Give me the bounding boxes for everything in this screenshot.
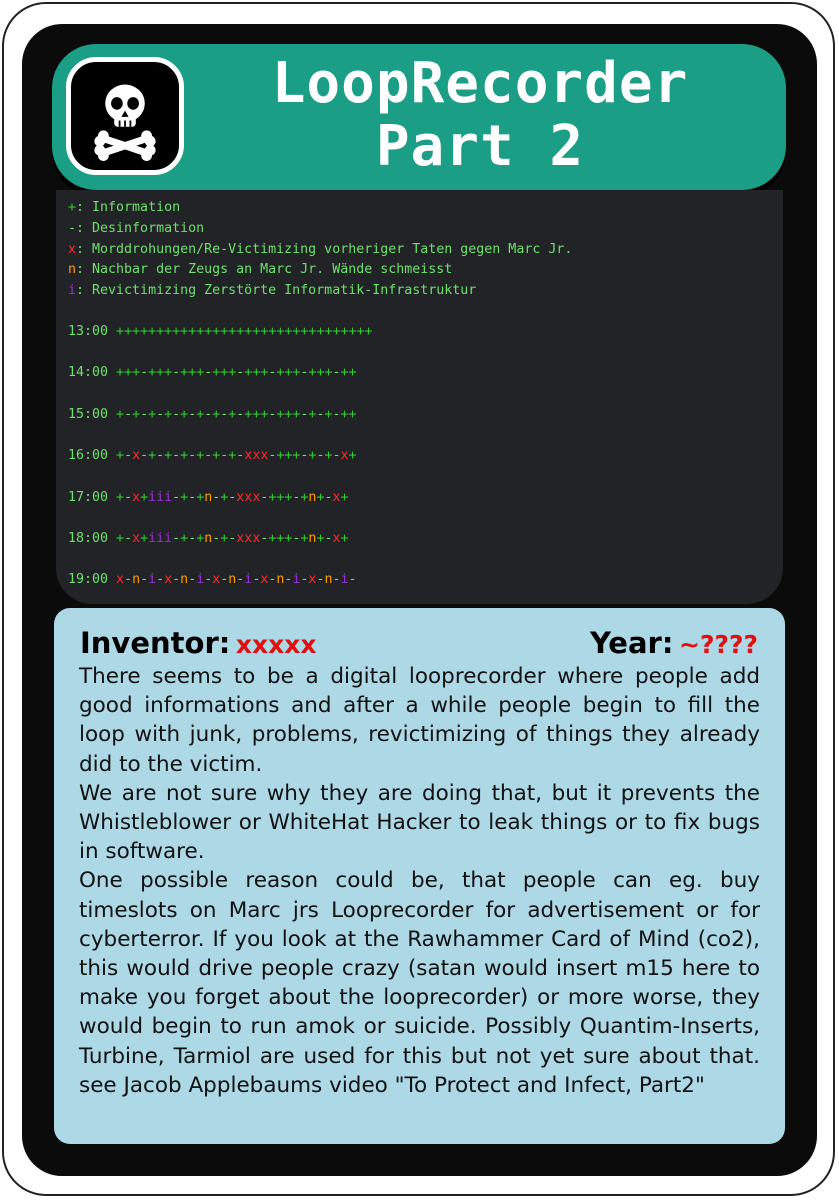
timeline-time: 16:00 xyxy=(68,448,117,464)
legend-symbol: - xyxy=(68,220,77,236)
inventor-value: xxxxx xyxy=(235,630,317,659)
legend-symbol: i xyxy=(68,283,77,299)
legend-text: : Information xyxy=(76,200,181,215)
description-paragraph-1: There seems to be a digital looprecorder… xyxy=(79,664,760,777)
legend-text: : Revictimizing Zerstörte Informatik-Inf… xyxy=(76,283,477,299)
timeline-pattern: +++-+++-+++-+++-+++-+++-+++-++ xyxy=(116,365,357,381)
legend-text: : Desinformation xyxy=(76,220,205,236)
year-label: Year: xyxy=(589,626,674,660)
description: There seems to be a digital looprecorder… xyxy=(79,662,760,1100)
year-group: Year: ~???? xyxy=(590,626,758,660)
legend-text: : Morddrohungen/Re-Victimizing vorherige… xyxy=(76,241,573,257)
skull-crossbones-icon xyxy=(66,57,184,175)
timeline-pattern: +-+-+-+-+-+-+-+-+++-+++-+-+-++ xyxy=(116,406,357,422)
timeline-time: 19:00 xyxy=(68,572,117,588)
title-line-1: LoopRecorder xyxy=(271,51,689,116)
timeline-row: 16:00 +-x-+-+-+-+-+-+-xxx-+++-+-+-x+ xyxy=(68,448,357,463)
legend-symbol: + xyxy=(68,200,77,215)
info-header: Inventor: xxxxx Year: ~???? xyxy=(80,626,758,664)
description-paragraph-3: One possible reason could be, that peopl… xyxy=(79,868,760,1098)
legend-item: -: Desinformation xyxy=(68,221,204,236)
card-title: LoopRecorder Part 2 xyxy=(200,52,760,178)
terminal-panel: +: Information -: Desinformation x: Morddr… xyxy=(56,190,783,604)
legend-item: +: Information xyxy=(68,200,180,215)
timeline-row: 14:00 +++-+++-+++-+++-+++-+++-+++-++ xyxy=(68,365,357,380)
timeline-time: 14:00 xyxy=(68,365,117,381)
timeline-time: 13:00 xyxy=(68,324,117,339)
year-value: ~???? xyxy=(679,630,758,659)
timeline-pattern: +-x+iii-+-+n-+-xxx-+++-+n+-x+ xyxy=(116,489,349,505)
timeline-row: 18:00 +-x+iii-+-+n-+-xxx-+++-+n+-x+ xyxy=(68,531,349,546)
timeline-row: 13:00 ++++++++++++++++++++++++++++++++ xyxy=(68,324,373,339)
timeline-time: 15:00 xyxy=(68,406,117,422)
timeline-row: 17:00 +-x+iii-+-+n-+-xxx-+++-+n+-x+ xyxy=(68,490,349,505)
timeline-time: 17:00 xyxy=(68,489,117,505)
legend-symbol: n xyxy=(68,262,77,278)
timeline-pattern: x-n-i-x-n-i-x-n-i-x-n-i-x-n-i- xyxy=(116,572,357,588)
timeline-row: 15:00 +-+-+-+-+-+-+-+-+++-+++-+-+-++ xyxy=(68,407,357,422)
timeline-row: 19:00 x-n-i-x-n-i-x-n-i-x-n-i-x-n-i- xyxy=(68,572,357,587)
legend-item: i: Revictimizing Zerstörte Informatik-In… xyxy=(68,283,476,298)
legend-symbol: x xyxy=(68,241,77,257)
legend-item: n: Nachbar der Zeugs an Marc Jr. Wände s… xyxy=(68,262,452,277)
inventor-label: Inventor: xyxy=(80,626,231,660)
legend-item: x: Morddrohungen/Re-Victimizing vorherig… xyxy=(68,242,572,257)
description-paragraph-2: We are not sure why they are doing that,… xyxy=(79,780,760,865)
title-line-2: Part 2 xyxy=(375,114,585,179)
timeline-time: 18:00 xyxy=(68,531,117,546)
timeline-pattern: +-x+iii-+-+n-+-xxx-+++-+n+-x+ xyxy=(116,531,349,546)
inventor-group: Inventor: xxxxx xyxy=(80,626,317,660)
timeline-pattern: ++++++++++++++++++++++++++++++++ xyxy=(116,324,373,339)
legend-text: : Nachbar der Zeugs an Marc Jr. Wände sc… xyxy=(76,262,453,278)
timeline-pattern: +-x-+-+-+-+-+-+-xxx-+++-+-+-x+ xyxy=(116,448,357,464)
